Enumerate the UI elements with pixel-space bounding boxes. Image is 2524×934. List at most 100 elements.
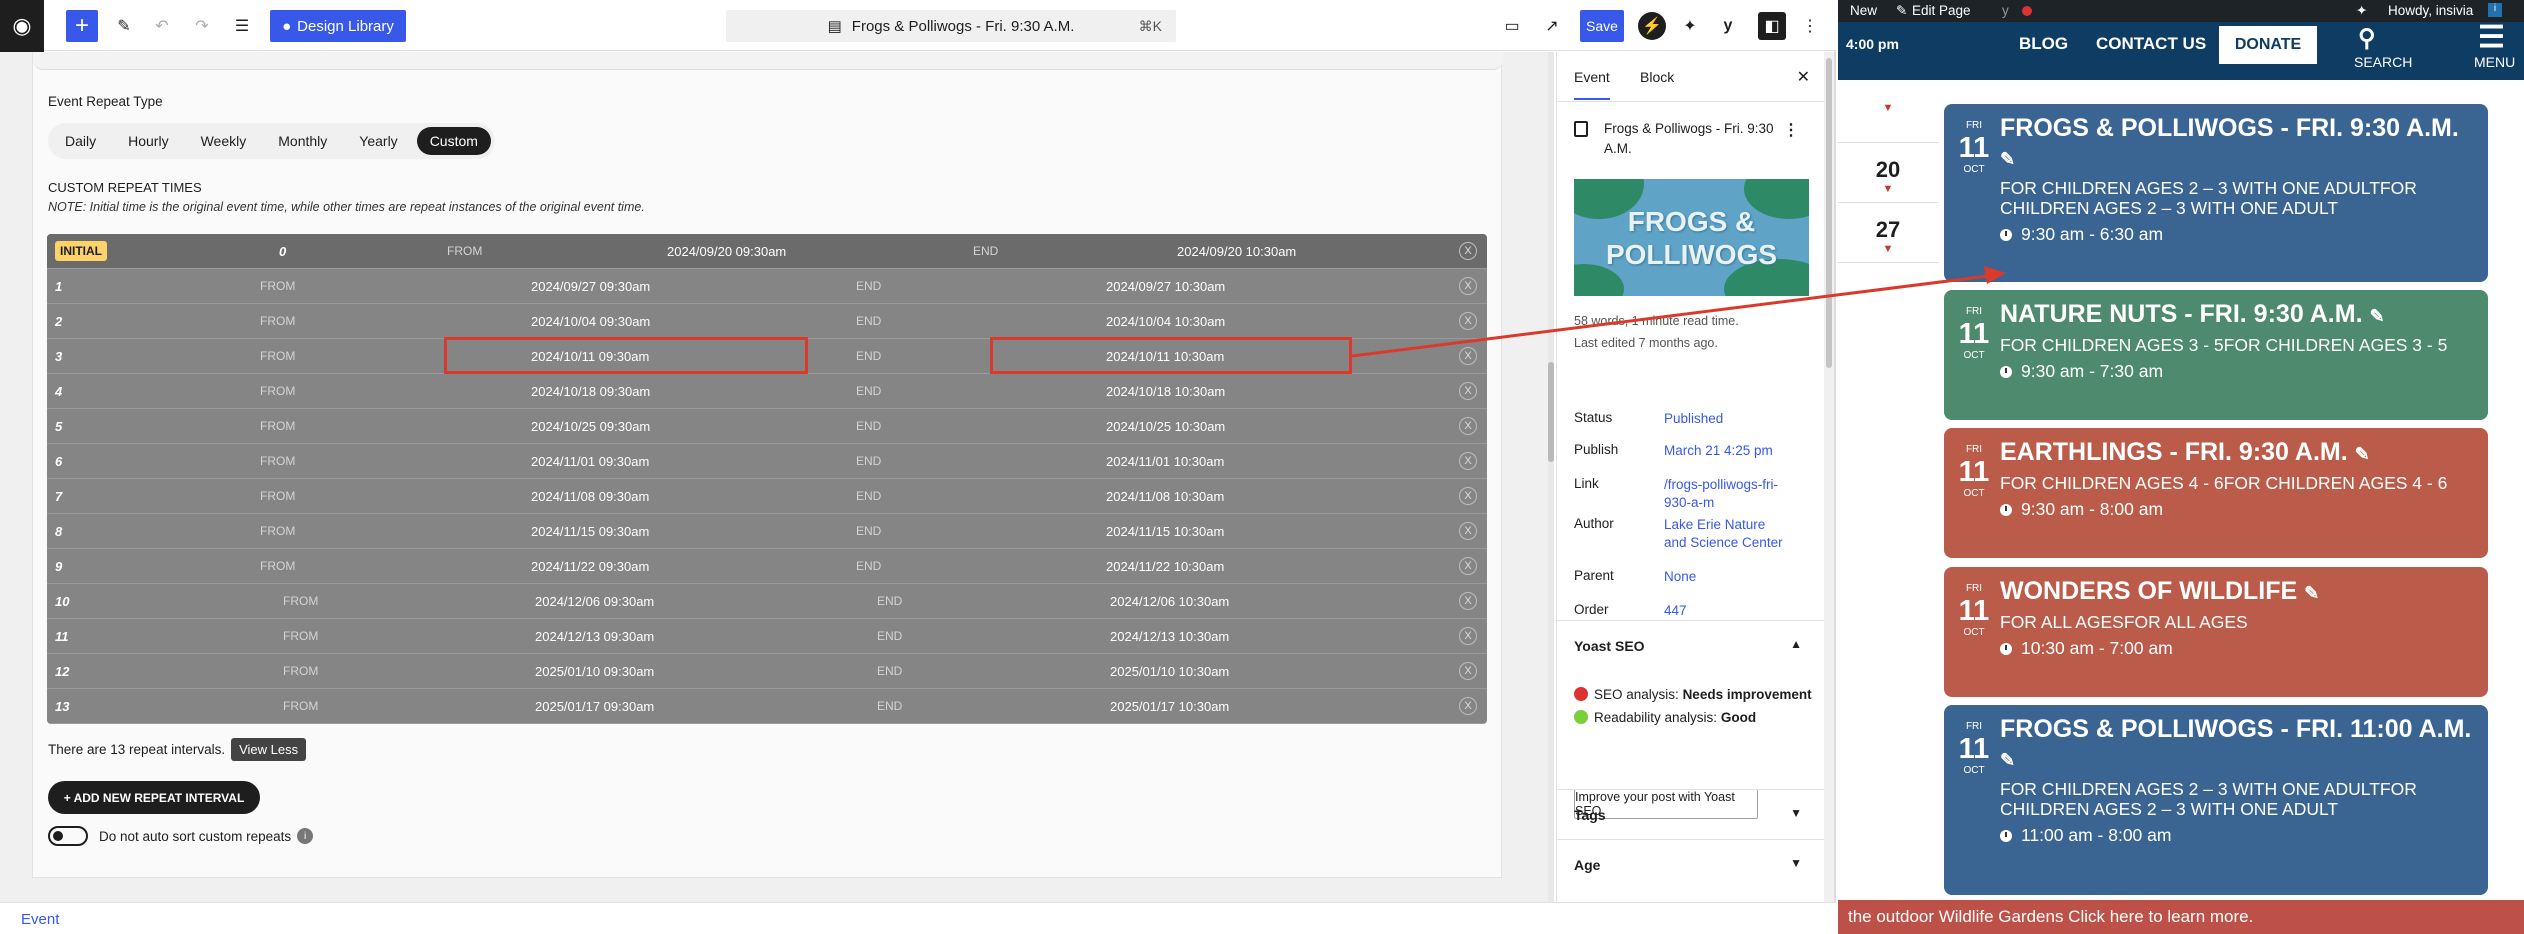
field-value-link[interactable]: None: [1664, 568, 1784, 586]
pencil-icon[interactable]: ✎: [2000, 750, 2015, 770]
end-datetime[interactable]: 2024/09/20 10:30am: [1177, 244, 1296, 259]
event-card[interactable]: FRI 11 OCT Wonders of Wildlife ✎ For all age…: [1944, 567, 2488, 697]
event-card[interactable]: FRI 11 OCT Nature Nuts - Fri. 9:30 A.M. ✎ Fo…: [1944, 290, 2488, 420]
from-datetime[interactable]: 2024/12/13 09:30am: [535, 629, 654, 644]
canvas-scrollbar[interactable]: [1548, 52, 1554, 902]
yoast-icon[interactable]: y: [1716, 14, 1740, 38]
remove-interval-icon[interactable]: X: [1459, 662, 1477, 680]
remove-interval-icon[interactable]: X: [1459, 312, 1477, 330]
end-datetime[interactable]: 2024/11/22 10:30am: [1106, 559, 1224, 574]
jetpack-bolt-icon[interactable]: ⚡: [1638, 12, 1666, 40]
nav-contact[interactable]: CONTACT US: [2096, 34, 2206, 54]
admin-edit-page-link[interactable]: Edit Page: [1912, 3, 1971, 18]
from-datetime[interactable]: 2024/10/04 09:30am: [531, 314, 650, 329]
yoast-seo-title[interactable]: Yoast SEO: [1574, 638, 1645, 654]
options-kebab-icon[interactable]: ⋮: [1800, 14, 1820, 38]
event-title[interactable]: Wonders of Wildlife: [2000, 577, 2297, 605]
event-title[interactable]: Earthlings - Fri. 9:30 A.M.: [2000, 438, 2348, 466]
from-datetime[interactable]: 2024/11/08 09:30am: [531, 489, 649, 504]
field-value-link[interactable]: March 21 4:25 pm: [1664, 442, 1784, 460]
view-post-icon[interactable]: ↗: [1540, 14, 1564, 38]
tags-panel[interactable]: Tags ▼: [1557, 789, 1824, 839]
document-title-bar[interactable]: ▤ Frogs & Polliwogs - Fri. 9:30 A.M. ⌘K: [726, 10, 1176, 42]
tab-block[interactable]: Block: [1640, 69, 1674, 85]
pencil-icon[interactable]: ✎: [112, 14, 136, 38]
event-title[interactable]: Frogs & Polliwogs - Fri. 11:00 A.M.: [2000, 715, 2471, 743]
nav-search[interactable]: SEARCH: [2354, 54, 2412, 70]
from-datetime[interactable]: 2024/11/15 09:30am: [531, 524, 649, 539]
add-block-button[interactable]: +: [66, 10, 98, 42]
event-card[interactable]: FRI 11 OCT Earthlings - Fri. 9:30 A.M. ✎ For…: [1944, 428, 2488, 558]
repeat-type-weekly[interactable]: Weekly: [188, 127, 260, 155]
remove-interval-icon[interactable]: X: [1459, 627, 1477, 645]
end-datetime[interactable]: 2024/12/06 10:30am: [1110, 594, 1229, 609]
from-datetime[interactable]: 2025/01/10 09:30am: [535, 664, 654, 679]
remove-interval-icon[interactable]: X: [1459, 697, 1477, 715]
design-library-button[interactable]: ● Design Library: [270, 10, 406, 42]
field-value-link[interactable]: /frogs-polliwogs-fri-930-a-m: [1664, 476, 1784, 512]
age-panel[interactable]: Age ▼: [1557, 839, 1824, 889]
nav-menu[interactable]: MENU: [2474, 54, 2515, 70]
from-datetime[interactable]: 2024/09/27 09:30am: [531, 279, 650, 294]
donate-button[interactable]: DONATE: [2219, 26, 2317, 64]
remove-interval-icon[interactable]: X: [1459, 277, 1477, 295]
calendar-cell[interactable]: 27 ▼: [1838, 203, 1938, 263]
remove-interval-icon[interactable]: X: [1459, 592, 1477, 610]
avatar[interactable]: i: [2488, 3, 2502, 17]
field-value-link[interactable]: Published: [1664, 410, 1784, 428]
remove-interval-icon[interactable]: X: [1459, 382, 1477, 400]
end-datetime[interactable]: 2024/11/15 10:30am: [1106, 524, 1224, 539]
sparkle-icon[interactable]: ✦: [2356, 3, 2367, 19]
repeat-type-custom[interactable]: Custom: [416, 127, 491, 155]
settings-panel-icon[interactable]: ◧: [1758, 12, 1786, 40]
sidebar-scrollbar[interactable]: [1824, 52, 1834, 902]
menu-icon[interactable]: ☰: [2478, 20, 2505, 55]
pencil-icon[interactable]: ✎: [2304, 583, 2319, 603]
featured-image[interactable]: FROGS & POLLIWOGS: [1574, 179, 1809, 296]
end-datetime[interactable]: 2024/10/04 10:30am: [1106, 314, 1225, 329]
desktop-preview-icon[interactable]: ▭: [1500, 14, 1524, 38]
admin-new-link[interactable]: New: [1850, 3, 1877, 18]
end-datetime[interactable]: 2024/10/18 10:30am: [1106, 384, 1225, 399]
end-datetime[interactable]: 2025/01/17 10:30am: [1110, 699, 1229, 714]
remove-interval-icon[interactable]: X: [1459, 242, 1477, 260]
promo-banner[interactable]: the outdoor Wildlife Gardens Click here …: [1838, 900, 2524, 934]
remove-interval-icon[interactable]: X: [1459, 487, 1477, 505]
document-overview-icon[interactable]: ☰: [230, 14, 254, 38]
admin-howdy[interactable]: Howdy, insivia: [2388, 3, 2473, 18]
from-datetime[interactable]: 2024/10/18 09:30am: [531, 384, 650, 399]
end-datetime[interactable]: 2024/09/27 10:30am: [1106, 279, 1225, 294]
calendar-cell[interactable]: 20 ▼: [1838, 143, 1938, 203]
canvas-scrollbar-thumb[interactable]: [1548, 362, 1554, 462]
remove-interval-icon[interactable]: X: [1459, 522, 1477, 540]
chevron-up-icon[interactable]: ▲: [1790, 637, 1802, 651]
nav-blog[interactable]: BLOG: [2019, 34, 2068, 54]
block-breadcrumb[interactable]: Event: [0, 902, 1836, 934]
calendar-cell[interactable]: ▼: [1838, 80, 1938, 143]
remove-interval-icon[interactable]: X: [1459, 452, 1477, 470]
wordpress-logo-icon[interactable]: ◉: [0, 0, 44, 52]
post-actions-kebab-icon[interactable]: ⋮: [1783, 120, 1799, 140]
save-button[interactable]: Save: [1580, 10, 1624, 42]
event-card[interactable]: FRI 11 OCT Frogs & Polliwogs - Fri. 9:30 A.…: [1944, 104, 2488, 282]
event-title[interactable]: Frogs & Polliwogs - Fri. 9:30 A.M.: [2000, 114, 2459, 142]
repeat-type-daily[interactable]: Daily: [52, 127, 109, 155]
undo-icon[interactable]: ↶: [150, 14, 174, 38]
end-datetime[interactable]: 2024/11/01 10:30am: [1106, 454, 1224, 469]
remove-interval-icon[interactable]: X: [1459, 417, 1477, 435]
add-repeat-interval-button[interactable]: + ADD NEW REPEAT INTERVAL: [48, 781, 260, 814]
ai-sparkle-icon[interactable]: ✦: [1678, 14, 1702, 38]
from-datetime[interactable]: 2024/12/06 09:30am: [535, 594, 654, 609]
redo-icon[interactable]: ↷: [190, 14, 214, 38]
yoast-icon[interactable]: y: [2002, 3, 2009, 18]
from-datetime[interactable]: 2024/11/01 09:30am: [531, 454, 649, 469]
pencil-icon[interactable]: ✎: [2355, 444, 2370, 464]
pencil-icon[interactable]: ✎: [2000, 149, 2015, 169]
end-datetime[interactable]: 2024/10/25 10:30am: [1106, 419, 1225, 434]
from-datetime[interactable]: 2025/01/17 09:30am: [535, 699, 654, 714]
from-datetime[interactable]: 2024/11/22 09:30am: [531, 559, 649, 574]
repeat-type-yearly[interactable]: Yearly: [346, 127, 410, 155]
close-icon[interactable]: ✕: [1797, 67, 1810, 87]
end-datetime[interactable]: 2024/11/08 10:30am: [1106, 489, 1224, 504]
event-title[interactable]: Nature Nuts - Fri. 9:30 A.M.: [2000, 300, 2363, 328]
